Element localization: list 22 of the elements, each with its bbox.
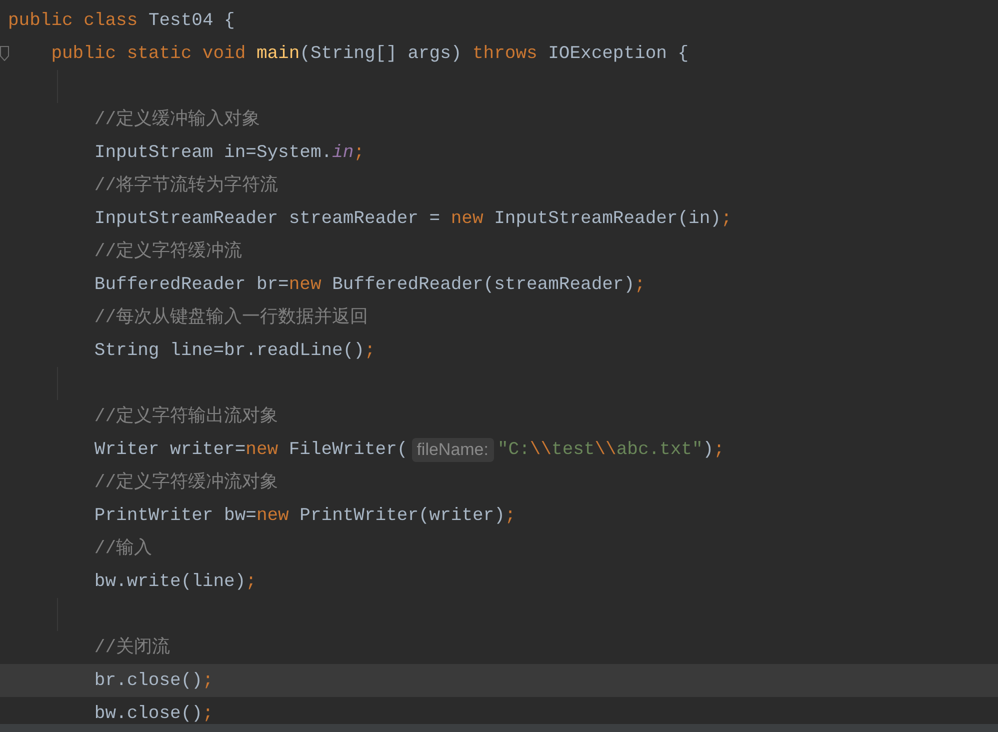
code-text: //关闭流 <box>93 636 170 658</box>
code-text: //定义字符缓冲流 <box>93 240 242 262</box>
code-text: InputStream in=System.in; <box>93 142 364 164</box>
code-text: String line=br.readLine(); <box>93 340 376 362</box>
code-text: PrintWriter bw=new PrintWriter(writer); <box>93 504 516 526</box>
parameter-hint: fileName: <box>412 438 494 462</box>
code-text: //定义缓冲输入对象 <box>93 108 260 130</box>
code-text: BufferedReader br=new BufferedReader(streamReader); <box>93 274 646 296</box>
code-text: public class Test04 { <box>8 10 235 32</box>
code-text: public static void main(String[] args) throws IOException { <box>50 42 689 64</box>
code-text: bw.write(line); <box>93 570 256 592</box>
code-text: "C:\\test\\abc.txt"); <box>498 438 724 460</box>
code-text: //输入 <box>93 538 152 560</box>
code-text: //将字节流转为字符流 <box>93 174 278 196</box>
code-text: br.close(); <box>93 670 214 692</box>
code-text: //定义字符输出流对象 <box>93 406 278 428</box>
code-text: //定义字符缓冲流对象 <box>93 472 278 494</box>
code-text: InputStreamReader streamReader = new InputStreamReader(in); <box>93 208 732 230</box>
code-text: Writer writer=new FileWriter( <box>93 438 408 460</box>
code-text: //每次从键盘输入一行数据并返回 <box>93 306 368 328</box>
fold-marker-icon[interactable] <box>0 46 9 61</box>
code-text: bw.close(); <box>93 702 214 724</box>
